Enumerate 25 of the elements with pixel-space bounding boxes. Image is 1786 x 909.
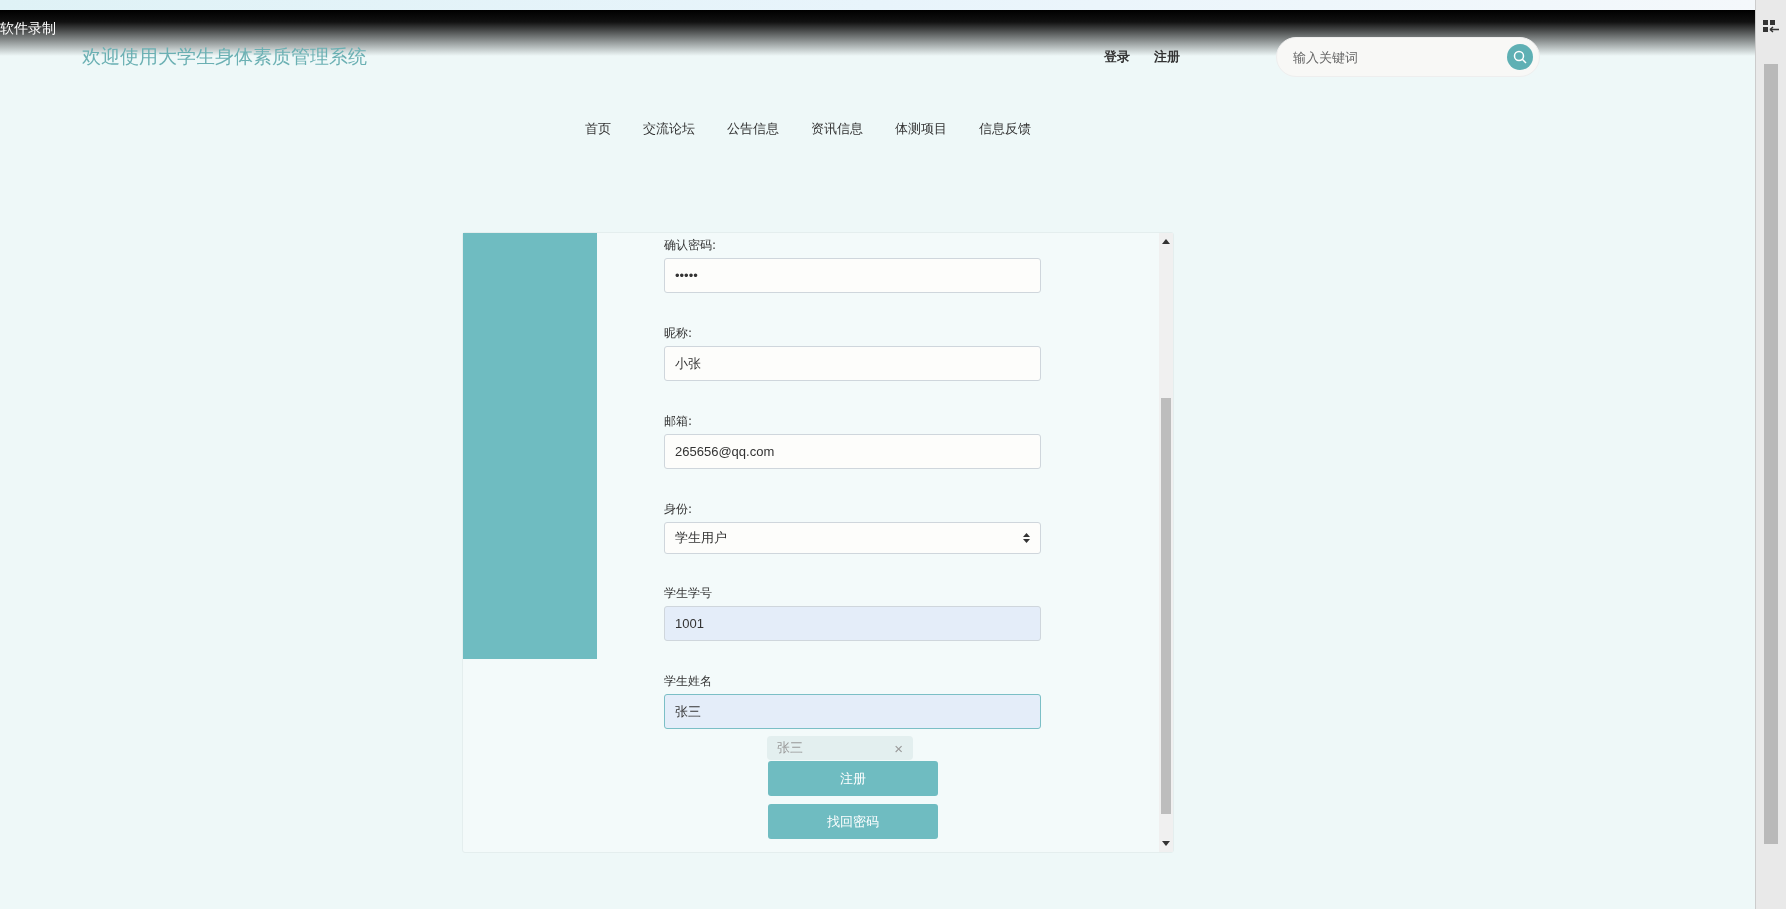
auth-link[interactable]: 登录 — [1104, 48, 1130, 66]
site-title: 欢迎使用大学生身体素质管理系统 — [82, 44, 368, 69]
input-field[interactable]: 265656@qq.com — [664, 434, 1041, 469]
recorder-label: 软件录制 — [0, 20, 56, 38]
search-input[interactable]: 输入关键词 — [1291, 48, 1507, 66]
auth-link[interactable]: 注册 — [1154, 48, 1180, 66]
field-label: 学生姓名 — [664, 673, 712, 690]
nav-link[interactable]: 交流论坛 — [642, 120, 695, 138]
input-field[interactable]: 张三 — [664, 694, 1041, 729]
password-field[interactable]: ••••• — [664, 258, 1041, 293]
field-label: 邮箱: — [664, 413, 693, 430]
field-label: 身份: — [664, 501, 693, 518]
field-label: 确认密码: — [664, 237, 717, 254]
input-field[interactable]: 1001 — [664, 606, 1041, 641]
nav-link[interactable]: 资讯信息 — [810, 120, 863, 138]
nav-link[interactable]: 首页 — [584, 120, 611, 138]
nav-link[interactable]: 体测项目 — [894, 120, 947, 138]
search-field[interactable]: 输入关键词 — [1276, 37, 1540, 77]
input-field[interactable]: 小张 — [664, 346, 1041, 381]
suggestion-text: 张三 — [777, 739, 803, 757]
select-field[interactable]: 学生用户 — [664, 522, 1041, 554]
nav-link[interactable]: 信息反馈 — [978, 120, 1031, 138]
nav-link[interactable]: 公告信息 — [726, 120, 779, 138]
field-label: 学生学号 — [664, 585, 712, 602]
field-label: 昵称: — [664, 325, 693, 342]
